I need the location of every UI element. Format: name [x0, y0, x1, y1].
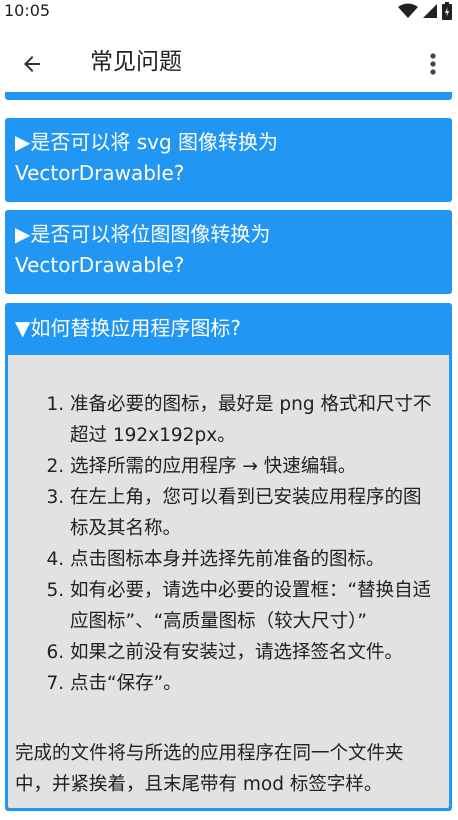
faq-list: ▶是否可以将 svg 图像转换为 VectorDrawable? ▶是否可以将位… — [0, 92, 458, 820]
faq-question: ▶是否可以将位图图像转换为 VectorDrawable? — [15, 222, 271, 277]
faq-question: ▼如何替换应用程序图标? — [15, 316, 241, 340]
status-bar: 10:05 — [0, 0, 458, 24]
app-bar: 常见问题 — [0, 24, 458, 100]
signal-icon — [423, 4, 437, 18]
list-item: 如果之前没有安装过，请选择签名文件。 — [70, 637, 437, 668]
list-item: 选择所需的应用程序 → 快速编辑。 — [70, 451, 437, 482]
status-time: 10:05 — [4, 1, 51, 20]
list-item: 准备必要的图标，最好是 png 格式和尺寸不超过 192x192px。 — [70, 389, 437, 451]
faq-item-replace-icon[interactable]: ▼如何替换应用程序图标? 准备必要的图标，最好是 png 格式和尺寸不超过 19… — [5, 303, 452, 811]
list-item: 点击图标本身并选择先前准备的图标。 — [70, 544, 437, 575]
faq-answer: 准备必要的图标，最好是 png 格式和尺寸不超过 192x192px。 选择所需… — [8, 355, 449, 808]
faq-question: ▶是否可以将 svg 图像转换为 VectorDrawable? — [15, 130, 279, 185]
list-item: 点击“保存”。 — [70, 668, 437, 699]
more-vert-icon — [430, 53, 436, 75]
overflow-menu-button[interactable] — [418, 46, 448, 82]
faq-item-bitmap-convert[interactable]: ▶是否可以将位图图像转换为 VectorDrawable? — [5, 210, 452, 294]
arrow-left-icon — [24, 56, 40, 72]
list-item: 在左上角，您可以看到已安装应用程序的图标及其名称。 — [70, 482, 437, 544]
page-title: 常见问题 — [90, 49, 182, 75]
answer-note: 完成的文件将与所选的应用程序在同一个文件夹中，并紧挨着，且末尾带有 mod 标签… — [15, 743, 404, 795]
steps-list: 准备必要的图标，最好是 png 格式和尺寸不超过 192x192px。 选择所需… — [8, 355, 449, 699]
faq-item-svg-convert[interactable]: ▶是否可以将 svg 图像转换为 VectorDrawable? — [5, 118, 452, 202]
faq-item-previous[interactable] — [5, 92, 452, 100]
wifi-icon — [398, 3, 418, 18]
status-icons — [398, 2, 452, 20]
battery-icon — [442, 2, 452, 20]
list-item: 如有必要，请选中必要的设置框：“替换自适应图标”、“高质量图标（较大尺寸）” — [70, 575, 437, 637]
back-button[interactable] — [14, 46, 50, 82]
